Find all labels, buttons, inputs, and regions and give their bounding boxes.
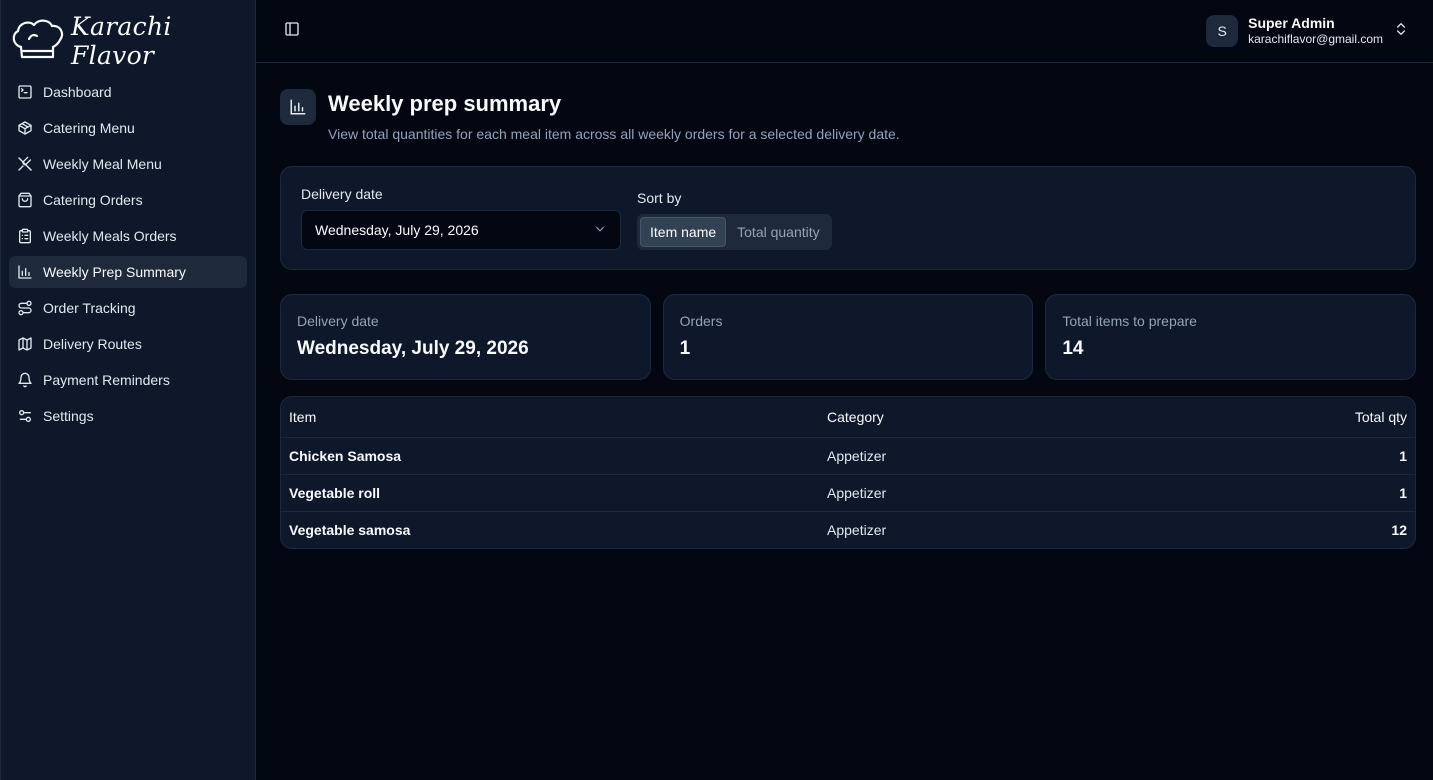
sidebar-item-weekly-meals-orders[interactable]: Weekly Meals Orders	[9, 220, 247, 252]
delivery-date-label: Delivery date	[301, 186, 383, 202]
sidebar-item-label: Settings	[43, 408, 94, 424]
topbar: S Super Admin karachiflavor@gmail.com	[256, 0, 1433, 63]
stat-value: 1	[679, 338, 691, 359]
delivery-date-select[interactable]: Wednesday, July 29, 2026	[301, 210, 621, 250]
stat-label: Orders	[679, 313, 723, 329]
cell-item: Chicken Samosa	[281, 437, 819, 475]
sidebar-item-label: Catering Orders	[43, 192, 143, 208]
stat-card-delivery-date: Delivery date Wednesday, July 29, 2026	[280, 294, 651, 380]
cell-item: Vegetable roll	[281, 474, 819, 512]
table-header-row: Item Category Total qty	[281, 397, 1415, 438]
package-icon	[17, 120, 33, 136]
sidebar-item-label: Weekly Meal Menu	[43, 156, 162, 172]
stats-row: Delivery date Wednesday, July 29, 2026 O…	[280, 294, 1417, 380]
sidebar-item-catering-menu[interactable]: Catering Menu	[9, 112, 247, 144]
column-header-item: Item	[281, 397, 819, 438]
table-row: Chicken Samosa Appetizer 1	[281, 437, 1415, 475]
avatar: S	[1206, 15, 1239, 47]
stat-value: Wednesday, July 29, 2026	[297, 338, 529, 359]
column-header-total-qty: Total qty	[1131, 397, 1415, 438]
stat-label: Delivery date	[297, 313, 379, 329]
stat-value: 14	[1062, 338, 1084, 359]
cell-item: Vegetable samosa	[289, 521, 411, 538]
utensils-crossed-icon	[17, 156, 33, 172]
cell-total-qty: 12	[1391, 521, 1407, 538]
column-header-category: Category	[819, 397, 1132, 438]
user-name: Super Admin	[1248, 15, 1335, 32]
sidebar-item-label: Delivery Routes	[43, 336, 142, 352]
sort-by-field: Sort by Item name Total quantity	[637, 186, 832, 250]
sort-by-label: Sort by	[637, 190, 682, 206]
table-row: Vegetable samosa Appetizer 12	[281, 511, 1415, 548]
page-subtitle: View total quantities for each meal item…	[328, 126, 900, 142]
terminal-square-icon	[17, 84, 33, 100]
chevron-down-icon	[593, 222, 607, 239]
filters-card: Delivery date Wednesday, July 29, 2026 S…	[280, 166, 1416, 270]
sort-total-quantity-button[interactable]: Total quantity	[728, 217, 829, 247]
route-icon	[17, 300, 33, 316]
sidebar-item-order-tracking[interactable]: Order Tracking	[9, 292, 247, 324]
bell-icon	[17, 372, 33, 388]
sort-toggle-group: Item name Total quantity	[637, 214, 832, 250]
bar-chart-icon	[280, 89, 316, 125]
bar-chart-icon	[17, 264, 33, 280]
sidebar-item-label: Weekly Prep Summary	[43, 264, 186, 280]
prep-summary-table-card: Item Category Total qty Chicken Samosa A…	[280, 396, 1416, 549]
chevrons-up-down-icon	[1393, 21, 1409, 42]
app-root: Karachi Flavor Dashboard Catering Menu W…	[0, 0, 1433, 780]
user-info: Super Admin karachiflavor@gmail.com	[1248, 15, 1383, 46]
sidebar-item-label: Dashboard	[43, 84, 112, 100]
delivery-date-field: Delivery date Wednesday, July 29, 2026	[301, 186, 621, 250]
sidebar-item-weekly-meal-menu[interactable]: Weekly Meal Menu	[9, 148, 247, 180]
page-heading-text: Weekly prep summary View total quantitie…	[328, 89, 900, 142]
sidebar-item-settings[interactable]: Settings	[9, 400, 247, 432]
cell-total-qty: 1	[1131, 437, 1415, 475]
cell-category: Appetizer	[819, 437, 1132, 475]
sliders-icon	[17, 408, 33, 424]
sidebar-toggle-button[interactable]	[282, 21, 302, 41]
main-area: S Super Admin karachiflavor@gmail.com We…	[256, 0, 1433, 780]
sidebar-item-weekly-prep-summary[interactable]: Weekly Prep Summary	[9, 256, 247, 288]
sidebar-item-label: Order Tracking	[43, 300, 136, 316]
prep-summary-table: Item Category Total qty Chicken Samosa A…	[281, 397, 1415, 548]
cell-total-qty: 1	[1131, 474, 1415, 512]
page-title: Weekly prep summary	[328, 91, 562, 116]
table-row: Vegetable roll Appetizer 1	[281, 474, 1415, 512]
sidebar-item-delivery-routes[interactable]: Delivery Routes	[9, 328, 247, 360]
panel-left-icon	[284, 21, 300, 42]
shopping-bag-icon	[17, 192, 33, 208]
chef-hat-icon	[9, 17, 67, 66]
sidebar-item-label: Payment Reminders	[43, 372, 170, 388]
delivery-date-value: Wednesday, July 29, 2026	[315, 222, 479, 238]
sidebar-item-label: Weekly Meals Orders	[43, 228, 177, 244]
stat-card-total-items: Total items to prepare 14	[1045, 294, 1417, 380]
cell-category: Appetizer	[819, 474, 1132, 512]
stat-card-orders: Orders 1	[662, 294, 1034, 380]
page-header: Weekly prep summary View total quantitie…	[280, 89, 1416, 142]
stat-label: Total items to prepare	[1062, 313, 1197, 329]
sidebar-item-catering-orders[interactable]: Catering Orders	[9, 184, 247, 216]
sidebar: Karachi Flavor Dashboard Catering Menu W…	[0, 0, 256, 780]
sidebar-item-payment-reminders[interactable]: Payment Reminders	[9, 364, 247, 396]
user-menu[interactable]: S Super Admin karachiflavor@gmail.com	[1206, 15, 1409, 47]
sidebar-item-dashboard[interactable]: Dashboard	[9, 76, 247, 108]
sort-item-name-button[interactable]: Item name	[640, 217, 727, 247]
clipboard-list-icon	[17, 228, 33, 244]
sidebar-item-label: Catering Menu	[43, 120, 135, 136]
cell-category: Appetizer	[827, 521, 887, 538]
map-icon	[17, 336, 33, 352]
page-content: Weekly prep summary View total quantitie…	[256, 63, 1433, 549]
user-email: karachiflavor@gmail.com	[1248, 32, 1383, 47]
brand-logo[interactable]: Karachi Flavor	[9, 12, 247, 70]
brand-name: Karachi Flavor	[71, 12, 172, 70]
